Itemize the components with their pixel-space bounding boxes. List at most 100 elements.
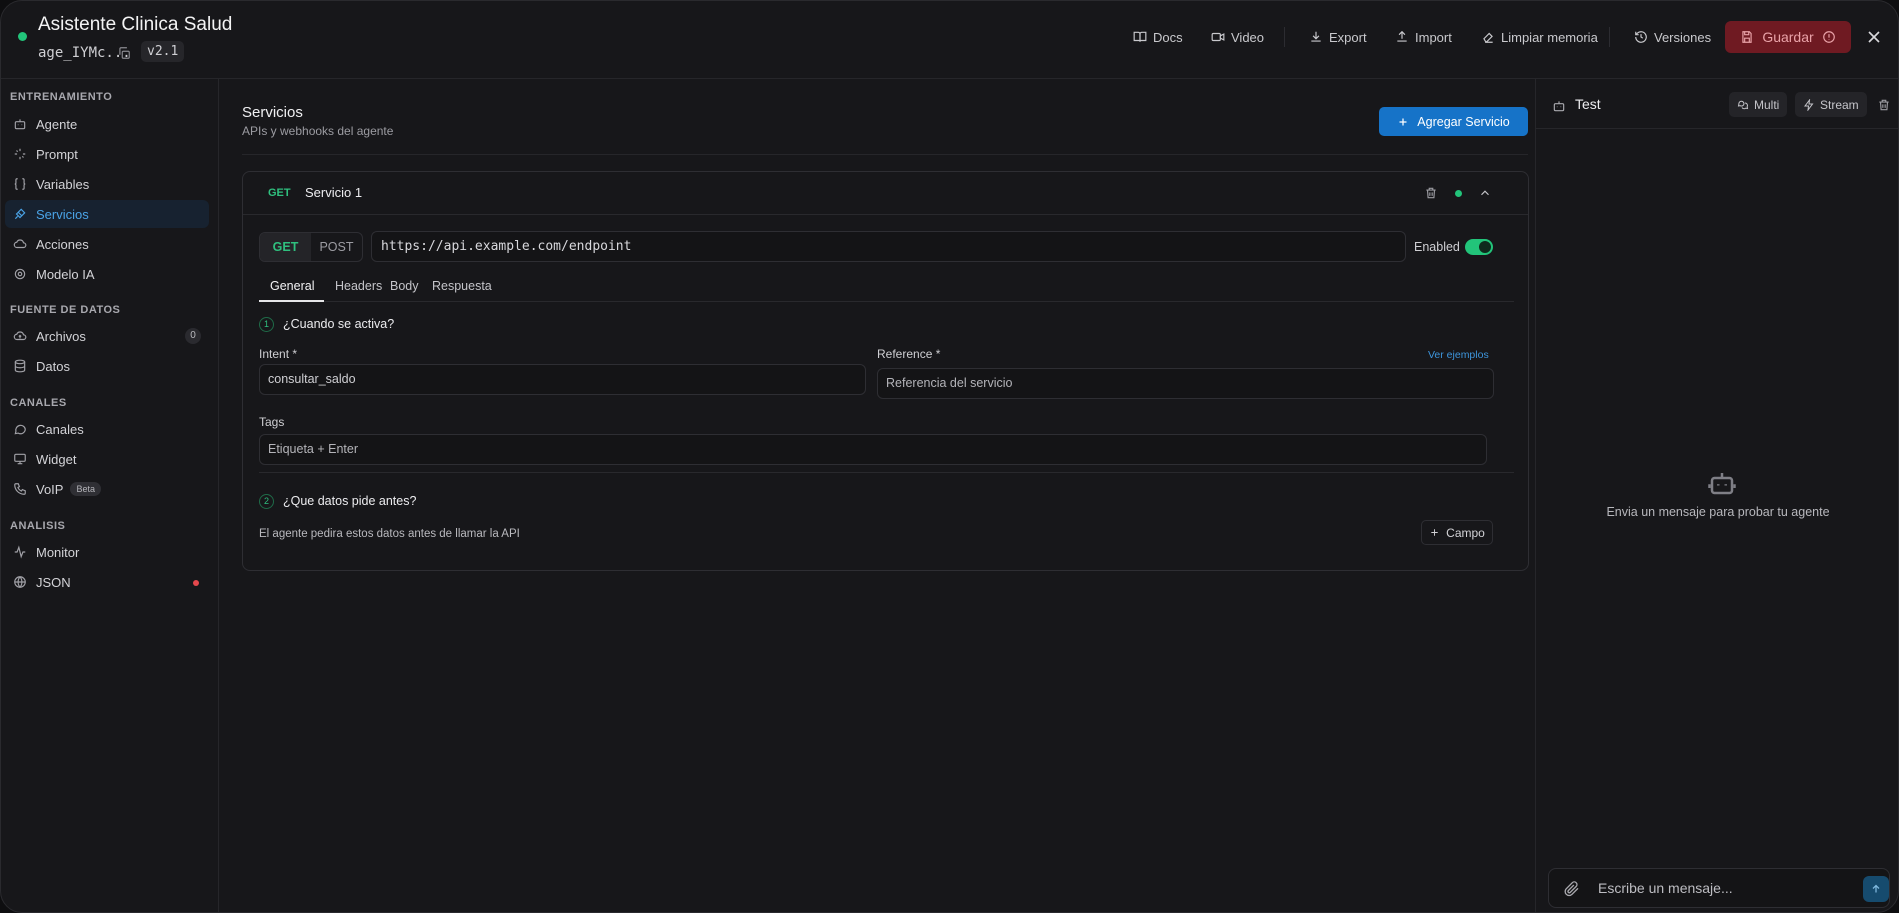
url-input[interactable]: https://api.example.com/endpoint <box>371 231 1406 262</box>
divider <box>242 154 1528 155</box>
method-get-option[interactable]: GET <box>260 233 311 261</box>
cpu-icon <box>14 268 26 280</box>
tab-general[interactable]: General <box>270 279 314 293</box>
enabled-toggle[interactable] <box>1465 239 1493 255</box>
export-button[interactable]: Export <box>1309 25 1367 49</box>
sidebar-item-label: Archivos <box>36 328 86 344</box>
docs-button[interactable]: Docs <box>1133 25 1183 49</box>
step-number: 1 <box>259 317 274 332</box>
versions-button[interactable]: Versiones <box>1634 25 1711 49</box>
active-status-dot <box>1455 190 1462 197</box>
message-placeholder: Escribe un mensaje... <box>1598 880 1733 896</box>
helper-text: El agente pedira estos datos antes de ll… <box>259 528 520 540</box>
add-field-label: Campo <box>1446 525 1485 540</box>
header-divider <box>1284 27 1285 47</box>
trash-icon[interactable] <box>1424 186 1438 200</box>
save-label: Guardar <box>1762 29 1814 45</box>
eraser-icon <box>1483 32 1493 43</box>
plus-icon <box>1431 529 1438 536</box>
sidebar-item-prompt[interactable]: Prompt <box>5 140 209 168</box>
video-icon <box>1211 32 1225 42</box>
sparkle-icon <box>14 148 26 160</box>
sidebar-item-monitor[interactable]: Monitor <box>5 538 209 566</box>
export-label: Export <box>1329 29 1367 45</box>
sidebar-item-agente[interactable]: Agente <box>5 110 209 138</box>
main-content: Servicios APIs y webhooks del agente Agr… <box>219 79 1535 912</box>
book-icon <box>1133 31 1147 42</box>
paperclip-icon[interactable] <box>1564 881 1580 897</box>
section-label: FUENTE DE DATOS <box>10 304 121 316</box>
upload-icon <box>1397 30 1407 42</box>
service-tabs: General Headers Body Respuesta <box>259 272 1514 302</box>
test-panel-header: Test Multi Stream <box>1536 79 1898 129</box>
add-field-button[interactable]: Campo <box>1421 520 1493 545</box>
service-card-header[interactable]: GET Servicio 1 <box>243 172 1528 215</box>
add-service-button[interactable]: Agregar Servicio <box>1379 107 1528 136</box>
plus-icon <box>1399 118 1407 125</box>
files-count-badge: 0 <box>185 328 201 344</box>
sidebar-item-archivos[interactable]: Archivos 0 <box>5 322 209 350</box>
sidebar-item-servicios[interactable]: Servicios <box>5 200 209 228</box>
send-button[interactable] <box>1863 876 1889 902</box>
app-title: Asistente Clinica Salud <box>38 14 233 35</box>
reference-field[interactable]: Referencia del servicio <box>877 368 1494 399</box>
sidebar-item-canales[interactable]: Canales <box>5 415 209 443</box>
beta-badge: Beta <box>70 482 101 496</box>
chevron-up-icon[interactable] <box>1478 186 1492 200</box>
tab-respuesta[interactable]: Respuesta <box>432 279 492 293</box>
versions-label: Versiones <box>1654 29 1712 45</box>
step-title: ¿Que datos pide antes? <box>283 494 417 508</box>
history-icon <box>1635 31 1647 43</box>
stream-toggle-button[interactable]: Stream <box>1795 92 1867 117</box>
examples-link[interactable]: Ver ejemplos <box>1428 349 1489 361</box>
tags-field[interactable]: Etiqueta + Enter <box>259 434 1487 465</box>
download-icon <box>1311 31 1321 42</box>
method-selector: GET POST <box>259 232 363 262</box>
sidebar-item-label: Monitor <box>36 544 80 560</box>
sidebar-item-widget[interactable]: Widget <box>5 445 209 473</box>
close-icon[interactable] <box>1864 27 1884 47</box>
sidebar-item-label: Acciones <box>36 236 89 252</box>
service-card: GET Servicio 1 GET POST https://api.exam… <box>242 171 1529 571</box>
save-button[interactable]: Guardar <box>1725 21 1851 53</box>
active-tab-indicator <box>259 300 324 302</box>
intent-field[interactable]: consultar_saldo <box>259 364 866 395</box>
alert-circle-icon <box>1822 31 1835 43</box>
sidebar-item-variables[interactable]: Variables <box>5 170 209 198</box>
message-input[interactable]: Escribe un mensaje... <box>1548 868 1890 908</box>
multi-toggle-button[interactable]: Multi <box>1729 92 1788 117</box>
service-name: Servicio 1 <box>305 185 363 200</box>
sidebar-item-modelo-ia[interactable]: Modelo IA <box>5 260 209 288</box>
sidebar-item-label: JSON <box>36 574 71 590</box>
trash-icon[interactable] <box>1877 98 1891 112</box>
clear-memory-label: Limpiar memoria <box>1501 29 1598 45</box>
sidebar-item-datos[interactable]: Datos <box>5 352 209 380</box>
section-label: ANALISIS <box>10 520 66 532</box>
sidebar-item-label: Canales <box>36 421 84 437</box>
sidebar-item-voip[interactable]: VoIP Beta <box>5 475 209 503</box>
sidebar-item-label: Prompt <box>36 146 78 162</box>
clear-memory-button[interactable]: Limpiar memoria <box>1481 25 1598 49</box>
divider <box>259 472 1514 473</box>
activity-icon <box>14 545 26 559</box>
copy-icon[interactable] <box>117 46 131 60</box>
method-post-option[interactable]: POST <box>311 233 362 261</box>
docs-label: Docs <box>1153 29 1183 45</box>
sidebar-item-json[interactable]: JSON <box>5 568 209 596</box>
add-service-label: Agregar Servicio <box>1417 114 1510 129</box>
method-tag: GET <box>268 187 291 199</box>
tab-body[interactable]: Body <box>390 279 419 293</box>
tab-headers[interactable]: Headers <box>335 279 382 293</box>
braces-icon <box>14 178 26 190</box>
app-window: Asistente Clinica Salud age_IYMc... v2.1… <box>0 0 1899 913</box>
chat-icon <box>14 424 26 435</box>
bot-icon <box>1553 101 1565 112</box>
page-title: Servicios <box>242 104 303 121</box>
step-title: ¿Cuando se activa? <box>283 317 395 331</box>
import-button[interactable]: Import <box>1395 25 1452 49</box>
video-button[interactable]: Video <box>1211 25 1264 49</box>
cloud-icon <box>13 239 27 249</box>
save-icon <box>1742 31 1752 43</box>
sidebar-item-acciones[interactable]: Acciones <box>5 230 209 258</box>
sidebar-item-label: Servicios <box>36 206 89 222</box>
